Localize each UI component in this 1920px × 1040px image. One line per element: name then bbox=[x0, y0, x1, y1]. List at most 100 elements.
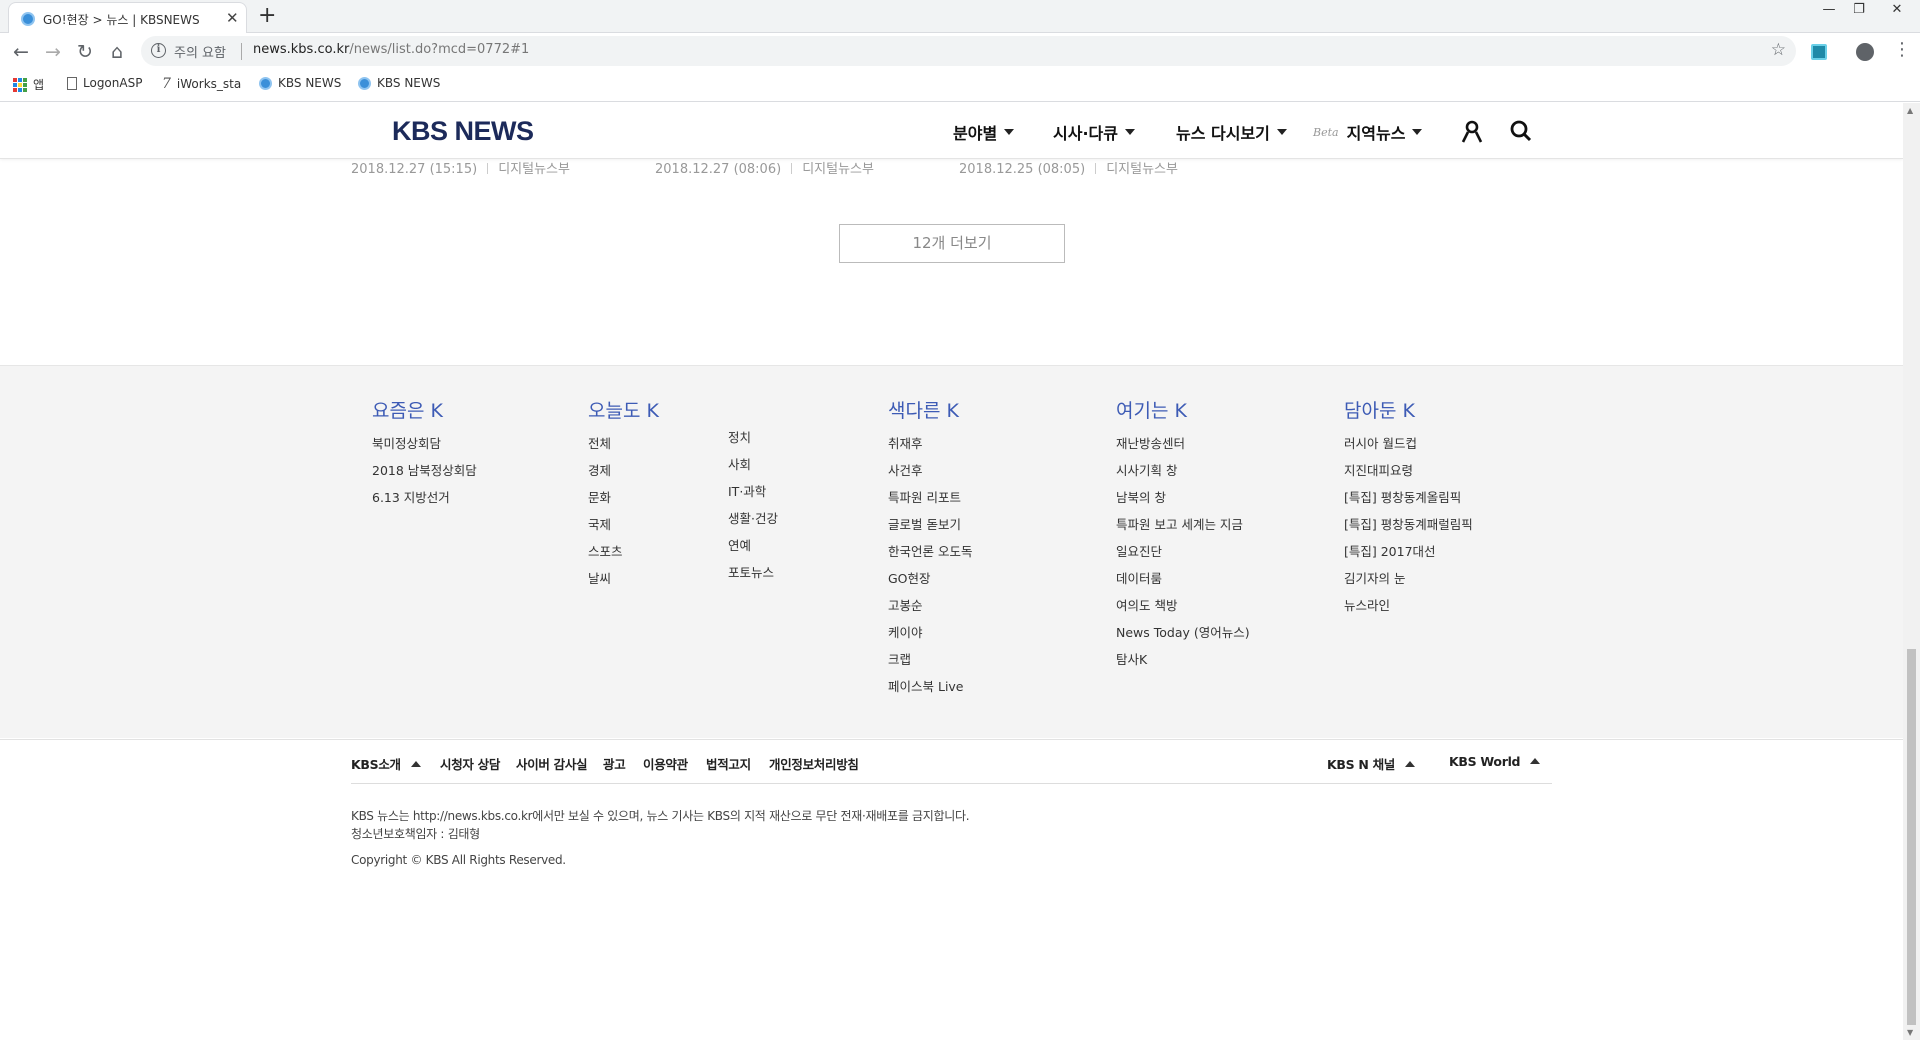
search-icon[interactable] bbox=[1509, 119, 1533, 143]
caret-down-icon bbox=[1124, 129, 1135, 135]
extension-icon[interactable] bbox=[1811, 44, 1827, 60]
sitemap-link[interactable]: 특파원 리포트 bbox=[888, 489, 972, 516]
page-scrollbar[interactable]: ▲ ▼ bbox=[1903, 103, 1920, 1040]
sitemap-link[interactable]: [특집] 2017대선 bbox=[1344, 543, 1473, 570]
back-button[interactable]: ← bbox=[9, 40, 33, 64]
sitemap-link[interactable]: IT·과학 bbox=[728, 483, 778, 510]
sitemap-list: 북미정상회담 2018 남북정상회담 6.13 지방선거 bbox=[372, 435, 477, 516]
sitemap-link[interactable]: 날씨 bbox=[588, 570, 659, 597]
footer-link-kbsn-channel[interactable]: KBS N 채널 bbox=[1327, 754, 1415, 773]
sitemap-link[interactable]: 전체 bbox=[588, 435, 659, 462]
forward-button[interactable]: → bbox=[41, 40, 65, 64]
sitemap-link[interactable]: 뉴스라인 bbox=[1344, 597, 1473, 624]
sitemap-link[interactable]: 크랩 bbox=[888, 651, 972, 678]
sitemap-heading[interactable]: 여기는 K bbox=[1116, 396, 1250, 423]
sitemap-link[interactable]: 고봉순 bbox=[888, 597, 972, 624]
tab-close-icon[interactable]: ✕ bbox=[226, 9, 239, 27]
sitemap-heading[interactable]: 담아둔 K bbox=[1344, 396, 1473, 423]
home-button[interactable]: ⌂ bbox=[105, 40, 129, 64]
sitemap-link[interactable]: 사회 bbox=[728, 456, 778, 483]
sitemap-link[interactable]: 북미정상회담 bbox=[372, 435, 477, 462]
footer-link-cyber-audit[interactable]: 사이버 감사실 bbox=[516, 754, 588, 773]
load-more-button[interactable]: 12개 더보기 bbox=[839, 224, 1065, 263]
sitemap-link[interactable]: 시사기획 창 bbox=[1116, 462, 1250, 489]
sitemap-heading[interactable]: 오늘도 K bbox=[588, 396, 659, 423]
footer-link-terms[interactable]: 이용약관 bbox=[643, 754, 688, 773]
scroll-up-icon[interactable]: ▲ bbox=[1907, 106, 1913, 115]
security-warning[interactable]: 주의 요함 bbox=[174, 42, 226, 61]
sitemap-link[interactable]: 남북의 창 bbox=[1116, 489, 1250, 516]
sitemap-link[interactable]: 문화 bbox=[588, 489, 659, 516]
sitemap-link[interactable]: 경제 bbox=[588, 462, 659, 489]
footer-link-legal[interactable]: 법적고지 bbox=[706, 754, 751, 773]
scrollbar-thumb[interactable] bbox=[1907, 649, 1916, 1025]
url-text[interactable]: news.kbs.co.kr/news/list.do?mcd=0772#1 bbox=[253, 42, 529, 57]
sitemap-link[interactable]: 러시아 월드컵 bbox=[1344, 435, 1473, 462]
nav-label: 분야별 bbox=[953, 124, 998, 143]
sitemap-link[interactable]: 지진대피요령 bbox=[1344, 462, 1473, 489]
sitemap-heading[interactable]: 색다른 K bbox=[888, 396, 972, 423]
site-info-icon[interactable]: i bbox=[151, 43, 166, 58]
window-close-button[interactable]: ✕ bbox=[1874, 0, 1920, 22]
browser-menu-icon[interactable]: ⋮ bbox=[1893, 40, 1911, 60]
sitemap-link[interactable]: 특파원 보고 세계는 지금 bbox=[1116, 516, 1250, 543]
nav-menu-replay[interactable]: 뉴스 다시보기 bbox=[1176, 120, 1287, 144]
footer-link-viewer-consult[interactable]: 시청자 상담 bbox=[440, 754, 500, 773]
address-separator bbox=[241, 43, 242, 60]
sitemap-link[interactable]: 김기자의 눈 bbox=[1344, 570, 1473, 597]
sitemap-link[interactable]: 취재후 bbox=[888, 435, 972, 462]
sitemap-link[interactable]: 2018 남북정상회담 bbox=[372, 462, 477, 489]
caret-up-icon bbox=[1404, 761, 1415, 767]
sitemap-link[interactable]: News Today (영어뉴스) bbox=[1116, 624, 1250, 651]
sitemap-link[interactable]: 글로벌 돋보기 bbox=[888, 516, 972, 543]
bookmark-logonasp[interactable]: LogonASP bbox=[67, 76, 142, 90]
sitemap-link[interactable]: 연예 bbox=[728, 537, 778, 564]
sitemap-heading[interactable]: 요즘은 K bbox=[372, 396, 477, 423]
profile-avatar-icon[interactable] bbox=[1856, 43, 1874, 61]
reload-button[interactable]: ↻ bbox=[73, 40, 97, 64]
notice-line: KBS 뉴스는 http://news.kbs.co.kr에서만 보실 수 있으… bbox=[351, 809, 970, 823]
sitemap-link[interactable]: 국제 bbox=[588, 516, 659, 543]
bookmark-kbs-news-1[interactable]: KBS NEWS bbox=[259, 76, 341, 90]
nav-menu-field[interactable]: 분야별 bbox=[953, 120, 1015, 144]
sitemap-link[interactable]: 스포츠 bbox=[588, 543, 659, 570]
sitemap-link[interactable]: [특집] 평창동계올림픽 bbox=[1344, 489, 1473, 516]
kbs-news-logo[interactable]: KBS NEWS bbox=[392, 116, 534, 147]
sitemap-link[interactable]: 탐사K bbox=[1116, 651, 1250, 678]
nav-menu-regional[interactable]: Beta 지역뉴스 bbox=[1313, 120, 1423, 144]
sitemap-list: 러시아 월드컵 지진대피요령 [특집] 평창동계올림픽 [특집] 평창동계패럴림… bbox=[1344, 435, 1473, 624]
sitemap-link[interactable]: 정치 bbox=[728, 429, 778, 456]
bookmark-star-icon[interactable]: ☆ bbox=[1771, 40, 1786, 60]
nav-menu-current-affairs[interactable]: 시사·다큐 bbox=[1053, 120, 1135, 144]
browser-tab-active[interactable]: GO!현장 > 뉴스 | KBSNEWS ✕ bbox=[8, 2, 247, 33]
sitemap-link[interactable]: 생활·건강 bbox=[728, 510, 778, 537]
scroll-down-icon[interactable]: ▼ bbox=[1907, 1028, 1913, 1037]
sitemap-link[interactable]: 사건후 bbox=[888, 462, 972, 489]
bookmark-apps[interactable]: 앱 bbox=[13, 76, 44, 93]
article-dept: 디지털뉴스부 bbox=[498, 162, 570, 177]
sitemap-link[interactable]: 일요진단 bbox=[1116, 543, 1250, 570]
new-tab-button[interactable]: + bbox=[258, 4, 276, 28]
address-bar[interactable]: i 주의 요함 news.kbs.co.kr/news/list.do?mcd=… bbox=[141, 36, 1796, 66]
sitemap-list: 전체 경제 문화 국제 스포츠 날씨 bbox=[588, 435, 659, 597]
sitemap-link[interactable]: GO현장 bbox=[888, 570, 972, 597]
sitemap-link[interactable]: [특집] 평창동계패럴림픽 bbox=[1344, 516, 1473, 543]
user-icon[interactable] bbox=[1460, 119, 1484, 143]
sitemap-link[interactable]: 6.13 지방선거 bbox=[372, 489, 477, 516]
sitemap-link[interactable]: 한국언론 오도독 bbox=[888, 543, 972, 570]
footer-links: KBS소개 시청자 상담 사이버 감사실 광고 이용약관 법적고지 개인정보처리… bbox=[351, 754, 1552, 784]
article-dept: 디지털뉴스부 bbox=[802, 162, 874, 177]
footer-link-advertising[interactable]: 광고 bbox=[603, 754, 626, 773]
sitemap-link[interactable]: 페이스북 Live bbox=[888, 678, 972, 705]
sitemap-link[interactable]: 재난방송센터 bbox=[1116, 435, 1250, 462]
bookmark-iworks[interactable]: 7 iWorks_sta bbox=[162, 76, 241, 92]
footer-link-kbs-world[interactable]: KBS World bbox=[1449, 754, 1541, 769]
bookmark-kbs-news-2[interactable]: KBS NEWS bbox=[358, 76, 440, 90]
footer-link-about[interactable]: KBS소개 bbox=[351, 754, 421, 773]
sitemap-link[interactable]: 여의도 책방 bbox=[1116, 597, 1250, 624]
sitemap-link[interactable]: 데이터룸 bbox=[1116, 570, 1250, 597]
footer-link-privacy[interactable]: 개인정보처리방침 bbox=[769, 754, 859, 773]
sitemap-link[interactable]: 케이야 bbox=[888, 624, 972, 651]
bookmarks-bar: 앱 LogonASP 7 iWorks_sta KBS NEWS KBS NEW… bbox=[0, 70, 1920, 102]
sitemap-link[interactable]: 포토뉴스 bbox=[728, 564, 778, 591]
